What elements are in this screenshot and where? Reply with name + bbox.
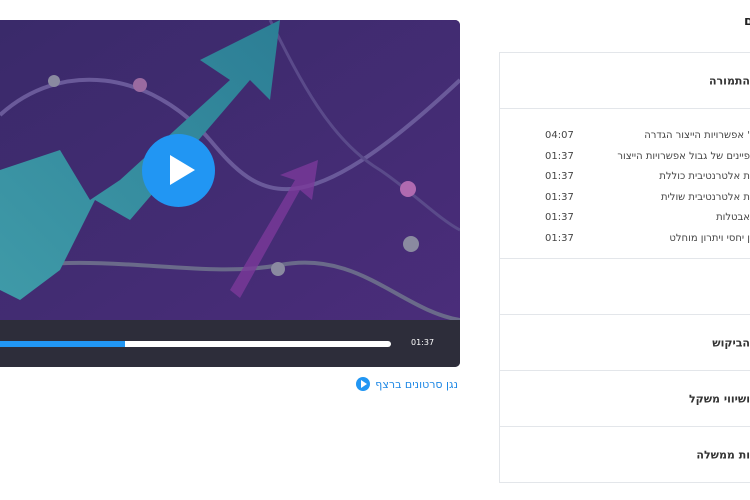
section-title: ושיווי משקל	[688, 392, 750, 405]
video-thumbnail	[0, 20, 460, 320]
progress-fill	[0, 341, 126, 347]
section-title: הביקוש	[712, 336, 750, 349]
section-item[interactable]: ושיווי משקל	[500, 371, 750, 427]
lesson-item[interactable]: ת אלטרנטיבית שולית 01:37	[500, 189, 750, 210]
section-item[interactable]: ות ממשלה	[500, 427, 750, 482]
lesson-title: פיינים של גבול אפשרויות הייצור	[617, 150, 750, 162]
lesson-item[interactable]: ן יחסי ויתרון מוחלט 01:37	[500, 230, 750, 251]
autoplay-label: נגן סרטונים ברצף	[375, 377, 458, 391]
section-spacer	[500, 259, 750, 315]
lesson-duration: 01:37	[545, 212, 574, 223]
section-header-open[interactable]: התמורה	[500, 53, 750, 109]
play-icon	[170, 155, 195, 185]
course-outline: התמורה ' אפשרויות הייצור הגדרה 04:07 פייני…	[499, 52, 750, 483]
lesson-duration: 01:37	[545, 150, 574, 162]
section-lessons: ' אפשרויות הייצור הגדרה 04:07 פיינים של גב…	[500, 109, 750, 259]
lesson-item[interactable]: ' אפשרויות הייצור הגדרה 04:07	[500, 127, 750, 148]
lesson-title: ת אלטרנטיבית שולית	[660, 191, 750, 203]
video-frame[interactable]	[0, 20, 460, 320]
section-item[interactable]: הביקוש	[500, 315, 750, 371]
section-title: ות ממשלה	[696, 448, 750, 461]
progress-bar[interactable]	[0, 341, 391, 347]
lesson-title: ן יחסי ויתרון מוחלט	[669, 232, 750, 244]
current-time: 01:37	[411, 338, 435, 347]
lesson-duration: 04:07	[545, 130, 574, 141]
lesson-duration: 01:37	[545, 232, 574, 244]
play-circle-icon	[356, 377, 371, 391]
lesson-item[interactable]: פיינים של גבול אפשרויות הייצור 01:37	[500, 148, 750, 169]
lesson-title: ' אפשרויות הייצור הגדרה	[644, 130, 750, 141]
lesson-title: אבטלות	[716, 212, 750, 223]
video-controls: 01:37	[0, 320, 460, 367]
video-player[interactable]: 01:37	[0, 20, 460, 367]
autoplay-toggle[interactable]: נגן סרטונים ברצף	[356, 377, 458, 391]
lesson-item[interactable]: ת אלטרנטיבית כוללת 01:37	[500, 168, 750, 189]
section-title: התמורה	[709, 74, 750, 87]
lesson-duration: 01:37	[545, 171, 574, 182]
lesson-duration: 01:37	[545, 191, 574, 203]
page-title: ם	[744, 14, 750, 29]
lesson-title: ת אלטרנטיבית כוללת	[659, 171, 750, 182]
lesson-item[interactable]: אבטלות 01:37	[500, 209, 750, 230]
play-button[interactable]	[142, 134, 215, 207]
